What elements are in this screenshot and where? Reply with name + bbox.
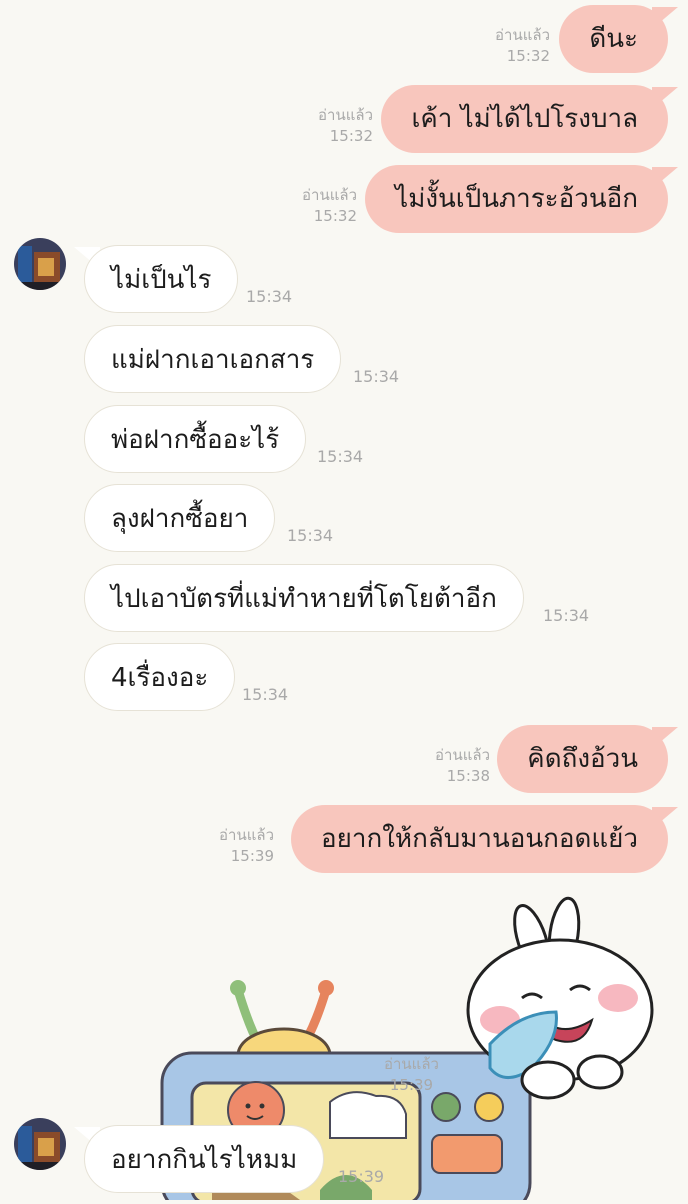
outgoing-message-bubble[interactable]: อยากให้กลับมานอนกอดแย้ว [291, 805, 668, 873]
read-receipt: อ่านแล้ว 15:32 [302, 186, 357, 225]
read-receipt: อ่านแล้ว 15:32 [318, 106, 373, 145]
outgoing-message-bubble[interactable]: ไม่งั้นเป็นภาระอ้วนอีก [365, 165, 668, 233]
read-receipt: อ่านแล้ว 15:39 [384, 1055, 439, 1094]
incoming-message-bubble[interactable]: แม่ฝากเอาเอกสาร [84, 325, 342, 393]
message-time: 15:34 [317, 447, 364, 466]
incoming-message-bubble[interactable]: ไม่เป็นไร [84, 245, 239, 313]
message-row: ไปเอาบัตรที่แม่ทำหายที่โตโยต้าอีก 15:34 [0, 564, 688, 634]
message-time: 15:34 [543, 606, 590, 625]
incoming-message-bubble[interactable]: พ่อฝากซื้ออะไร้ [84, 405, 307, 473]
message-time: 15:34 [287, 526, 334, 545]
message-row: อยากกินไรไหมม 15:39 [0, 1125, 688, 1195]
message-time: 15:34 [353, 367, 400, 386]
message-row: อ่านแล้ว 15:32 ดีนะ [0, 5, 688, 75]
read-receipt: อ่านแล้ว 15:32 [495, 26, 550, 65]
message-row: แม่ฝากเอาเอกสาร 15:34 [0, 325, 688, 395]
outgoing-message-bubble[interactable]: ดีนะ [559, 5, 668, 73]
incoming-message-bubble[interactable]: ไปเอาบัตรที่แม่ทำหายที่โตโยต้าอีก [84, 564, 524, 632]
message-row: 4เรื่องอะ 15:34 [0, 643, 688, 713]
message-row: ลุงฝากซื้อยา 15:34 [0, 484, 688, 554]
read-receipt: อ่านแล้ว 15:38 [435, 746, 490, 785]
message-time: 15:34 [242, 685, 289, 704]
incoming-message-bubble[interactable]: 4เรื่องอะ [84, 643, 236, 711]
message-row: พ่อฝากซื้ออะไร้ 15:34 [0, 405, 688, 475]
incoming-message-bubble[interactable]: ลุงฝากซื้อยา [84, 484, 276, 552]
message-row: อ่านแล้ว 15:32 เค้า ไม่ได้ไปโรงบาล [0, 85, 688, 155]
read-receipt: อ่านแล้ว 15:39 [219, 826, 274, 865]
message-row: อ่านแล้ว 15:32 ไม่งั้นเป็นภาระอ้วนอีก [0, 165, 688, 235]
message-time: 15:34 [246, 287, 293, 306]
outgoing-message-bubble[interactable]: คิดถึงอ้วน [497, 725, 668, 793]
message-time: 15:39 [338, 1167, 385, 1186]
outgoing-message-bubble[interactable]: เค้า ไม่ได้ไปโรงบาล [381, 85, 668, 153]
incoming-message-bubble[interactable]: อยากกินไรไหมม [84, 1125, 325, 1193]
message-row: อ่านแล้ว 15:39 อยากให้กลับมานอนกอดแย้ว [0, 805, 688, 875]
message-row: ไม่เป็นไร 15:34 [0, 245, 688, 315]
message-row: อ่านแล้ว 15:38 คิดถึงอ้วน [0, 725, 688, 795]
